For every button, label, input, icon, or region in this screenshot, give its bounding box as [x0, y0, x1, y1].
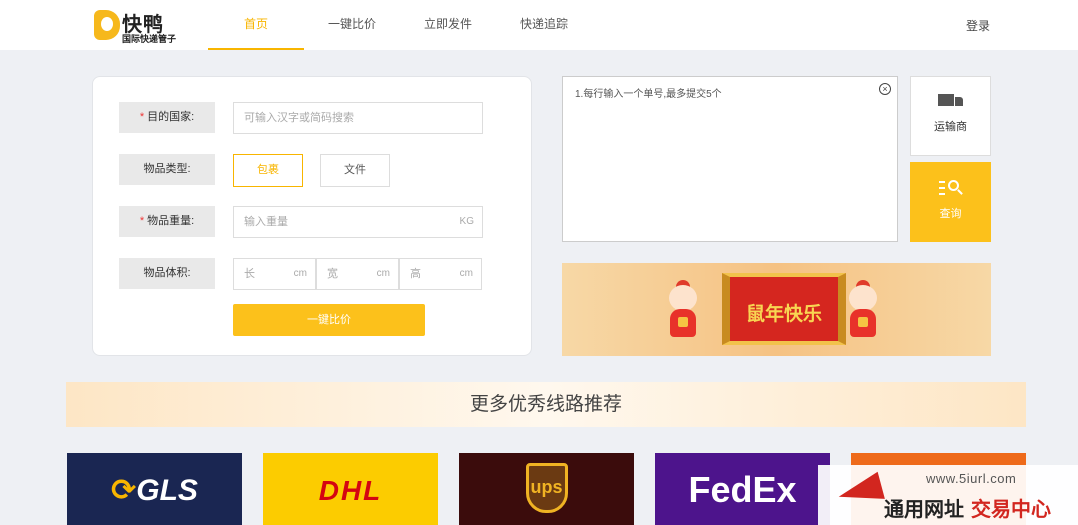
dhl-logo: DHL: [318, 475, 383, 506]
nav-compare[interactable]: 一键比价: [304, 0, 400, 50]
banner-scroll: 鼠年快乐: [722, 273, 846, 345]
weight-input[interactable]: 输入重量 KG: [233, 206, 483, 238]
new-year-banner[interactable]: 鼠年快乐: [562, 263, 991, 356]
ups-logo: ups: [530, 477, 563, 497]
carrier-tile-ups[interactable]: ups: [459, 453, 634, 525]
nav-send[interactable]: 立即发件: [400, 0, 496, 50]
main-nav: 首页 一键比价 立即发件 快递追踪: [208, 0, 592, 50]
weight-label: * 物品重量:: [119, 206, 215, 237]
carrier-tile-fedex[interactable]: FedEx: [655, 453, 830, 525]
banner-text: 鼠年快乐: [745, 304, 822, 325]
destination-input[interactable]: 可输入汉字或简码搜索: [233, 102, 483, 134]
truck-icon: [937, 94, 964, 110]
section-title: 更多优秀线路推荐: [66, 382, 1026, 427]
watermark-url: www.5iurl.com: [926, 471, 1017, 486]
watermark-text: 通用网址 交易中心: [884, 497, 1051, 521]
nav-tracking[interactable]: 快递追踪: [496, 0, 592, 50]
length-input[interactable]: 长 cm: [233, 258, 316, 290]
weight-unit: KG: [459, 216, 474, 227]
fedex-logo: FedEx: [688, 469, 797, 510]
clear-icon[interactable]: ×: [879, 83, 891, 95]
watermark: www.5iurl.com 通用网址 交易中心: [818, 465, 1078, 525]
type-document-button[interactable]: 文件: [320, 154, 390, 187]
site-logo[interactable]: 快鸭 国际快递管子: [94, 8, 184, 44]
tracking-placeholder: 1.每行输入一个单号,最多提交5个: [575, 89, 722, 100]
compare-button[interactable]: 一键比价: [233, 304, 425, 336]
mouse-mascot-left: [666, 280, 700, 339]
carrier-button[interactable]: 运输商: [910, 76, 991, 156]
watermark-arrow-icon: [835, 471, 885, 511]
carrier-label: 运输商: [934, 121, 967, 133]
nav-home[interactable]: 首页: [208, 0, 304, 50]
query-label: 查询: [939, 208, 962, 220]
gls-logo: ⟳GLS: [111, 474, 198, 507]
carrier-tile-dhl[interactable]: DHL: [263, 453, 438, 525]
price-compare-form: * 目的国家: 可输入汉字或简码搜索 物品类型: 包裹 文件 * 物品重量: 输入重…: [92, 76, 532, 356]
top-header: 快鸭 国际快递管子 首页 一键比价 立即发件 快递追踪 登录: [0, 0, 1078, 50]
duck-logo-icon: [94, 10, 120, 40]
destination-label: * 目的国家:: [119, 102, 215, 133]
search-list-icon: [938, 179, 963, 197]
volume-label: 物品体积:: [119, 258, 215, 289]
height-input[interactable]: 高 cm: [399, 258, 482, 290]
carrier-tile-gls[interactable]: ⟳GLS: [67, 453, 242, 525]
type-parcel-button[interactable]: 包裹: [233, 154, 303, 187]
logo-tagline: 国际快递管子: [122, 34, 177, 44]
login-link[interactable]: 登录: [966, 17, 990, 34]
item-type-label: 物品类型:: [119, 154, 215, 185]
width-input[interactable]: 宽 cm: [316, 258, 399, 290]
mouse-mascot-right: [846, 280, 880, 339]
tracking-number-textarea[interactable]: 1.每行输入一个单号,最多提交5个 ×: [562, 76, 898, 242]
query-button[interactable]: 查询: [910, 162, 991, 242]
